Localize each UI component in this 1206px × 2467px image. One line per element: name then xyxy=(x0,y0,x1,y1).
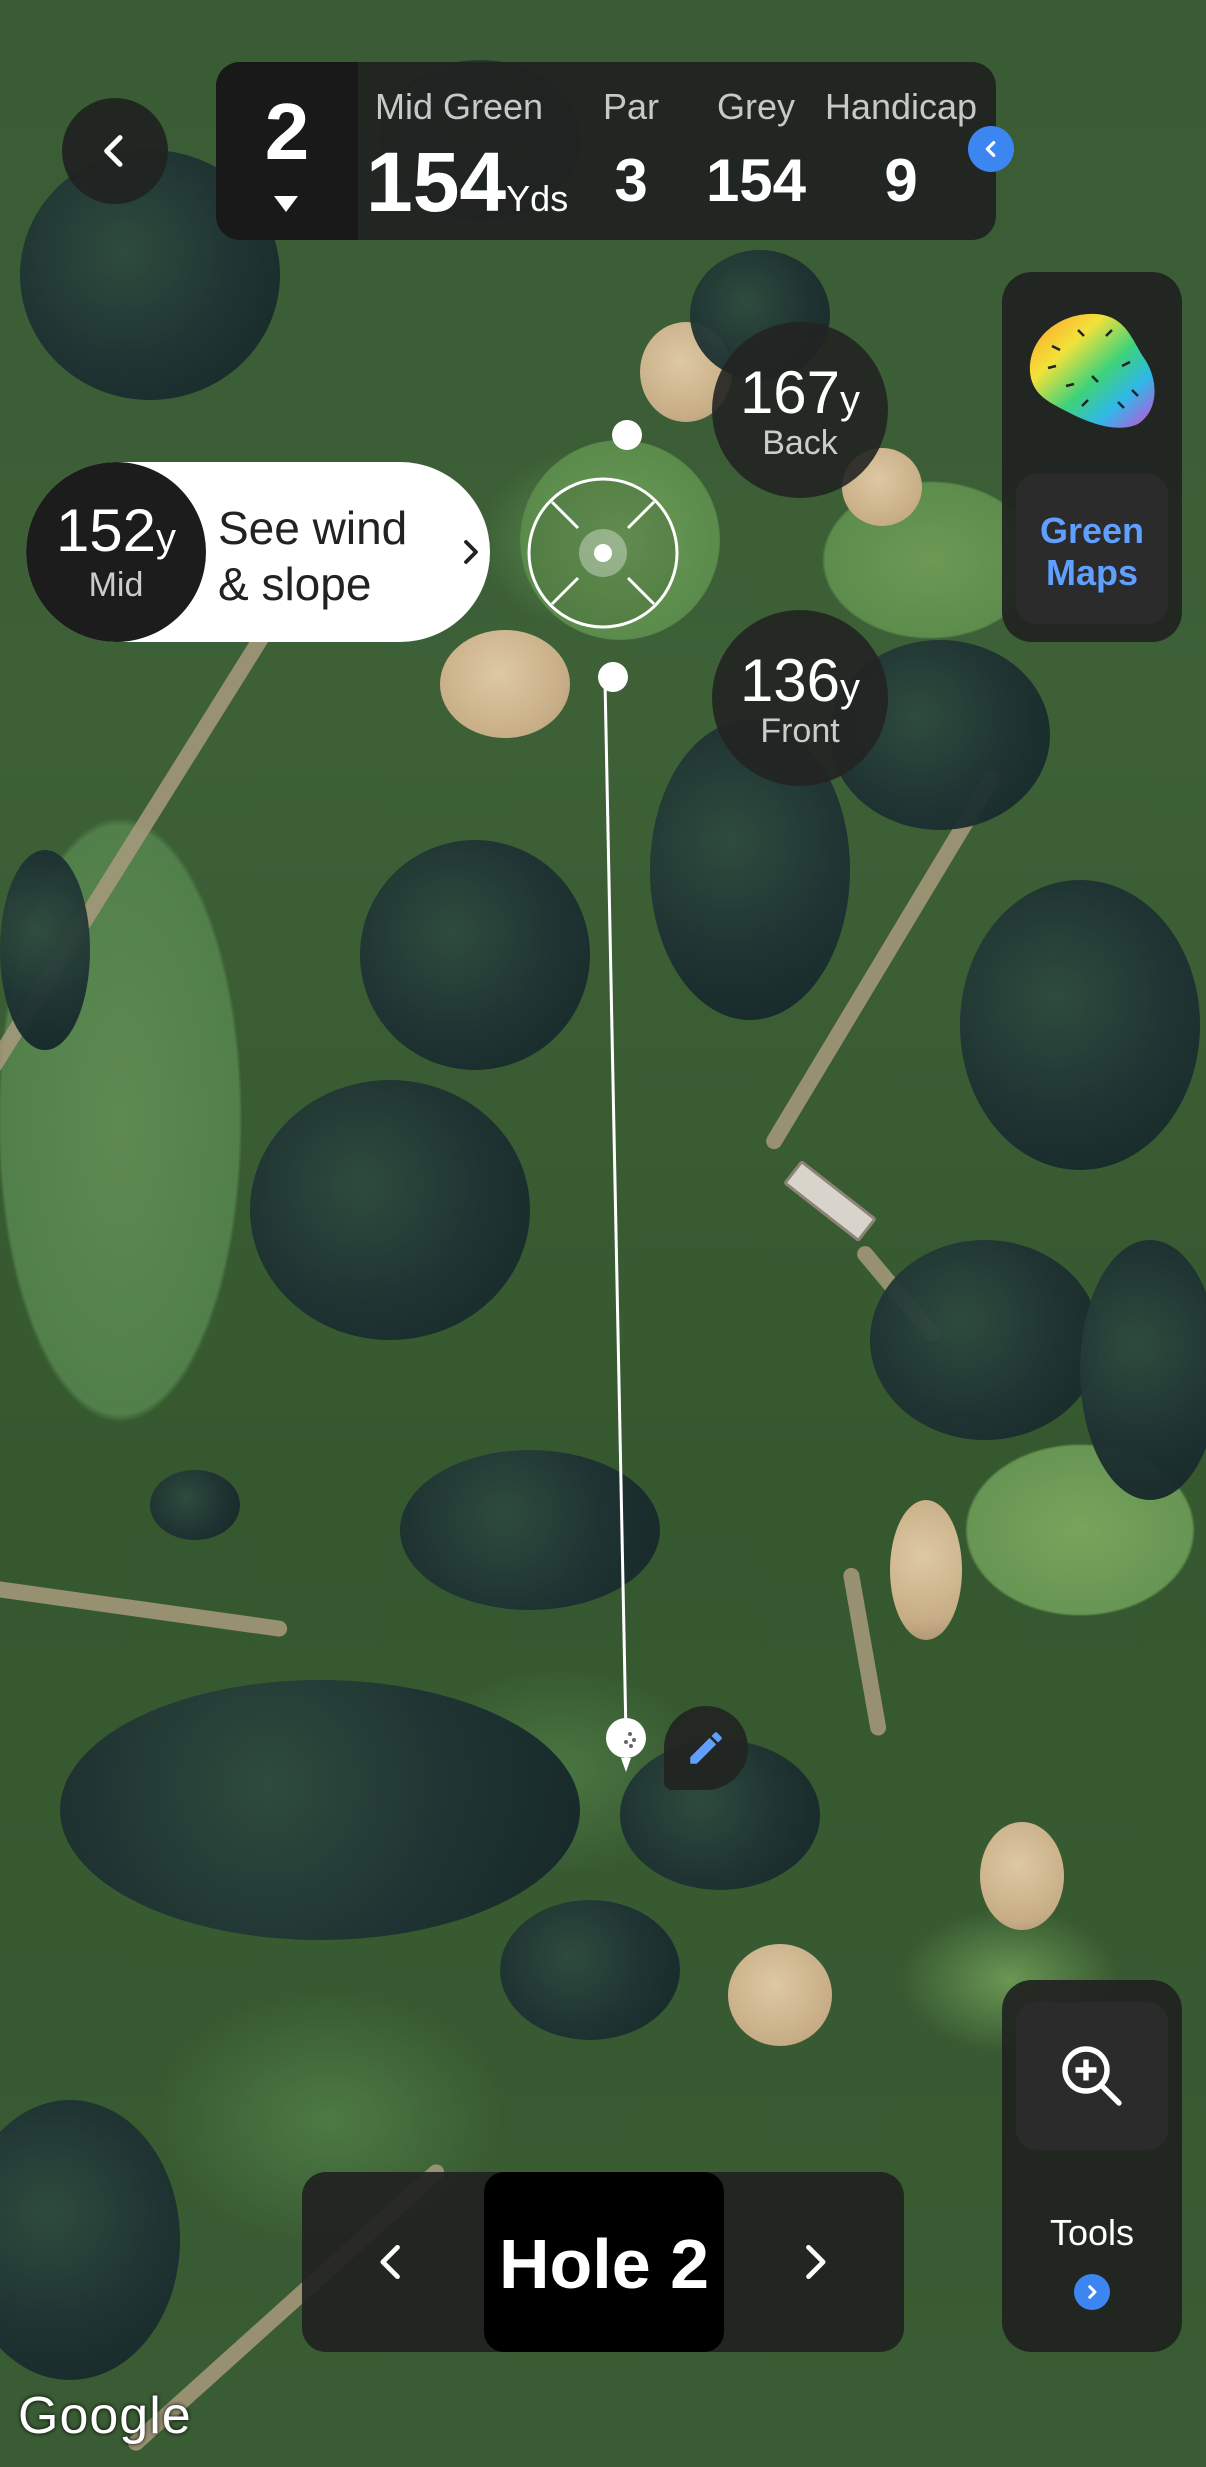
hole-title-box[interactable]: Hole 2 xyxy=(484,2172,724,2352)
mid-green-label: Mid Green xyxy=(374,86,544,127)
back-button[interactable] xyxy=(62,98,168,204)
front-distance[interactable]: 136y Front xyxy=(712,610,888,786)
mid-distance-number: 152y xyxy=(26,496,206,565)
mid-distance-unit: y xyxy=(156,516,177,560)
green-maps-label-line2: Maps xyxy=(1045,552,1139,593)
expand-info-button[interactable] xyxy=(968,126,1014,172)
chevron-right-icon xyxy=(806,2244,826,2280)
hole-number: 2 xyxy=(264,87,310,176)
mid-green-distance: 154Yds xyxy=(366,134,568,231)
tee-label: Grey xyxy=(716,86,795,127)
green-maps-label-line1: Green xyxy=(1039,510,1145,551)
hole-info-bar: 2 Mid Green 154Yds Par 3 Grey 154 Handic… xyxy=(216,62,1014,240)
par-label: Par xyxy=(602,86,660,127)
par-value: 3 xyxy=(614,147,648,214)
chevron-right-icon xyxy=(464,540,478,564)
tee-yardage: 154 xyxy=(705,147,807,214)
green-maps-panel: Green Maps xyxy=(1002,272,1182,642)
back-distance-number: 167y xyxy=(712,358,888,427)
front-marker-dot[interactable] xyxy=(598,662,628,692)
back-marker-dot[interactable] xyxy=(612,420,642,450)
wind-text-line2: & slope xyxy=(218,558,372,610)
hole-selector[interactable]: 2 xyxy=(216,62,358,240)
hole-navigation: Hole 2 xyxy=(302,2172,904,2352)
next-hole-button[interactable] xyxy=(724,2172,904,2352)
hole-title: Hole 2 xyxy=(498,2225,710,2303)
back-distance-unit: y xyxy=(840,378,861,422)
chevron-right-icon xyxy=(1088,2285,1097,2299)
mid-distance-label: Mid xyxy=(88,566,144,604)
zoom-in-icon xyxy=(1062,2046,1122,2106)
chevron-down-icon xyxy=(274,196,298,212)
expand-chevron-icon xyxy=(985,140,996,158)
golf-ball-icon[interactable] xyxy=(604,1716,648,1780)
green-maps-button[interactable]: Green Maps xyxy=(1016,474,1168,624)
front-distance-unit: y xyxy=(840,666,861,710)
yards-unit: Yds xyxy=(506,178,569,219)
zoom-in-button[interactable] xyxy=(1016,2002,1168,2150)
front-distance-value: 136 xyxy=(739,647,841,714)
back-distance-label: Back xyxy=(762,424,838,462)
green-heatmap-icon[interactable] xyxy=(1022,306,1162,436)
previous-hole-button[interactable] xyxy=(302,2172,482,2352)
back-distance[interactable]: 167y Back xyxy=(712,322,888,498)
tools-label: Tools xyxy=(1049,2212,1135,2253)
front-distance-number: 136y xyxy=(712,646,888,715)
green-maps-label: Green Maps xyxy=(1016,510,1168,594)
back-chevron-icon xyxy=(104,135,123,167)
back-distance-value: 167 xyxy=(739,359,841,426)
front-distance-label: Front xyxy=(760,712,840,750)
target-icon[interactable] xyxy=(526,476,680,630)
mid-distance-value: 152 xyxy=(55,497,157,564)
mid-green-value: 154 xyxy=(366,135,507,229)
wind-slope-text: See wind & slope xyxy=(218,500,428,612)
chevron-left-icon xyxy=(380,2244,400,2280)
tools-expand-button[interactable] xyxy=(1074,2274,1110,2310)
mid-distance: 152y Mid xyxy=(26,462,206,642)
handicap-value: 9 xyxy=(884,147,918,214)
handicap-label: Handicap xyxy=(824,86,978,127)
edit-pencil-icon xyxy=(690,1732,722,1764)
wind-text-line1: See wind xyxy=(218,502,408,554)
google-attribution: Google xyxy=(18,2387,192,2445)
see-wind-slope-button[interactable]: 152y Mid See wind & slope xyxy=(26,462,490,642)
edit-shot-button[interactable] xyxy=(664,1706,748,1790)
